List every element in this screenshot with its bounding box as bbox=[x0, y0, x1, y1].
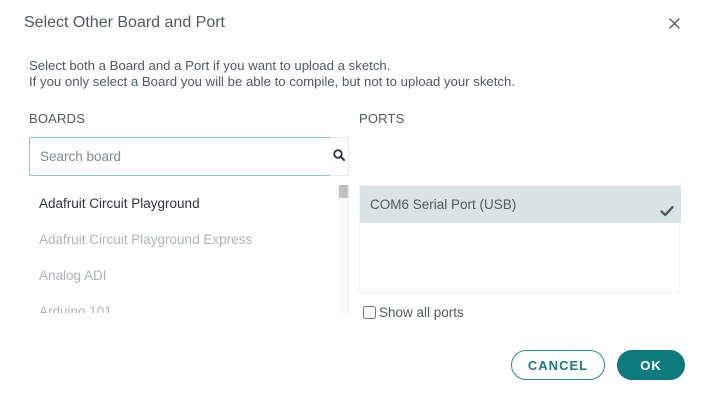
description-line-2: If you only select a Board you will be a… bbox=[29, 74, 516, 89]
close-icon[interactable] bbox=[668, 17, 680, 29]
board-item-adafruit-circuit-playground-express[interactable]: Adafruit Circuit Playground Express bbox=[29, 222, 339, 258]
dialog-description: Select both a Board and a Port if you wa… bbox=[29, 58, 515, 90]
boards-list[interactable]: Adafruit Circuit Playground Adafruit Cir… bbox=[29, 185, 349, 313]
description-line-1: Select both a Board and a Port if you wa… bbox=[29, 58, 391, 73]
checkmark-icon bbox=[659, 196, 675, 217]
search-icon[interactable] bbox=[333, 148, 345, 166]
search-button[interactable] bbox=[330, 137, 349, 176]
board-item-analog-adi[interactable]: Analog ADI bbox=[29, 258, 339, 294]
board-search bbox=[29, 137, 349, 176]
search-board-input[interactable] bbox=[29, 137, 331, 176]
show-all-ports-checkbox[interactable] bbox=[363, 306, 376, 319]
port-item-label: COM6 Serial Port (USB) bbox=[370, 197, 517, 212]
close-button[interactable] bbox=[664, 13, 684, 33]
ports-list[interactable]: COM6 Serial Port (USB) bbox=[359, 185, 681, 293]
boards-scrollbar[interactable] bbox=[338, 185, 348, 313]
show-all-ports-toggle[interactable]: Show all ports bbox=[363, 305, 464, 320]
board-item-arduino-101[interactable]: Arduino 101 bbox=[29, 294, 339, 313]
cancel-button[interactable]: CANCEL bbox=[511, 350, 605, 380]
boards-label: BOARDS bbox=[29, 111, 86, 126]
board-item-adafruit-circuit-playground[interactable]: Adafruit Circuit Playground bbox=[29, 186, 339, 222]
dialog-title: Select Other Board and Port bbox=[24, 14, 225, 31]
ok-button[interactable]: OK bbox=[617, 350, 685, 380]
select-board-port-dialog: Select Other Board and Port Select both … bbox=[0, 0, 706, 400]
show-all-ports-label: Show all ports bbox=[379, 305, 464, 320]
port-item-com6[interactable]: COM6 Serial Port (USB) bbox=[360, 186, 681, 223]
ports-label: PORTS bbox=[359, 111, 405, 126]
boards-scrollbar-thumb[interactable] bbox=[339, 185, 348, 198]
